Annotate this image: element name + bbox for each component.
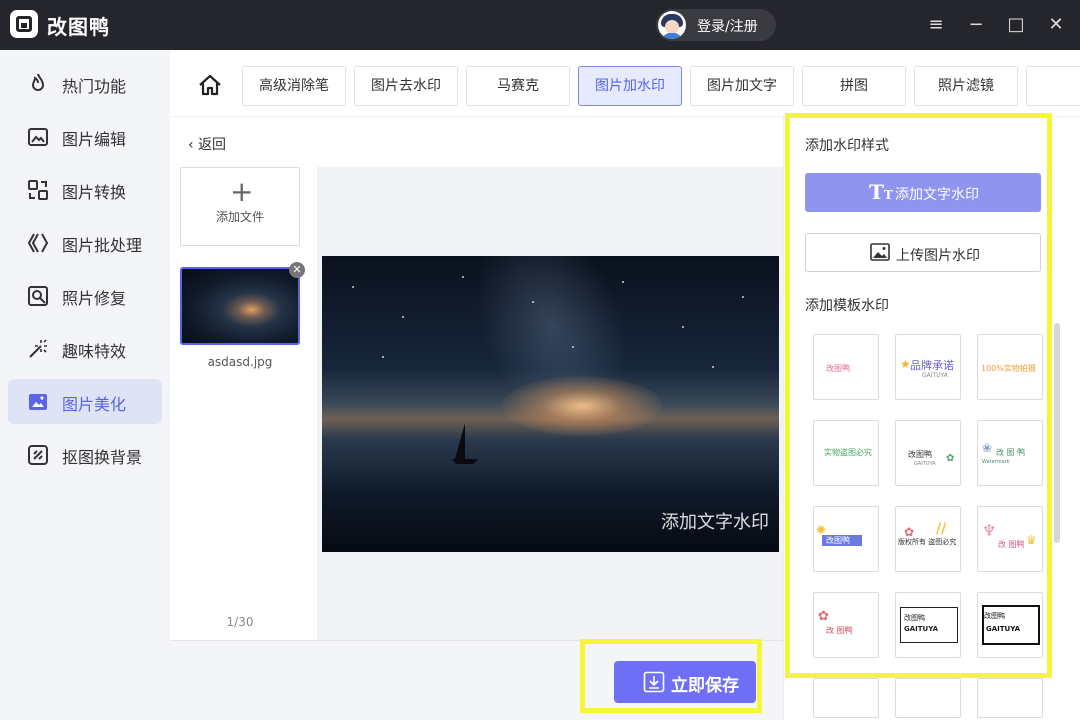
- tab-add-text[interactable]: 图片加文字: [690, 66, 794, 106]
- menu-icon[interactable]: ≡: [924, 13, 948, 37]
- sidebar-item-label: 图片批处理: [62, 236, 143, 255]
- batch-icon: [27, 233, 49, 253]
- image-thumbnail[interactable]: [180, 267, 300, 345]
- sidebar-item-label: 图片转换: [62, 183, 127, 202]
- sidebar-item-batch[interactable]: 图片批处理: [8, 220, 162, 265]
- tab-photo-filter[interactable]: 照片滤镜: [914, 66, 1018, 106]
- preview-image: 添加文字水印: [322, 256, 779, 552]
- fire-icon: [31, 73, 45, 91]
- sidebar-item-image-beautify[interactable]: 图片美化: [8, 379, 162, 424]
- page-total: /30: [234, 615, 254, 629]
- app-title: 改图鸭: [47, 15, 110, 39]
- highlight-panel: [785, 113, 1052, 678]
- page-current: 1: [226, 615, 235, 629]
- sidebar: 热门功能 图片编辑 图片转换 图片批处理 照片修复 趣味特效 图片美化 抠图换背…: [0, 50, 170, 720]
- maximize-icon[interactable]: □: [1004, 13, 1028, 37]
- sidebar-item-label: 图片编辑: [62, 130, 127, 149]
- sidebar-item-label: 趣味特效: [62, 342, 127, 361]
- sailboat-shape: [452, 423, 478, 464]
- panel-scrollbar[interactable]: [1054, 323, 1060, 543]
- title-bar: 改图鸭 登录/注册 ≡ − □ ✕: [0, 0, 1080, 50]
- minimize-icon[interactable]: −: [964, 13, 988, 37]
- chevron-left-icon: ‹: [188, 137, 199, 153]
- tab-mosaic[interactable]: 马赛克: [466, 66, 570, 106]
- tab-remove-watermark[interactable]: 图片去水印: [354, 66, 458, 106]
- app-logo-icon: [10, 10, 38, 38]
- add-file-label: 添加文件: [215, 210, 264, 224]
- repair-icon: [28, 286, 48, 306]
- close-icon[interactable]: ✕: [1044, 13, 1068, 37]
- watermark-template[interactable]: [977, 678, 1043, 718]
- sidebar-item-fun-effects[interactable]: 趣味特效: [8, 326, 162, 371]
- sidebar-item-photo-repair[interactable]: 照片修复: [8, 273, 162, 318]
- file-name: asdasd.jpg: [207, 355, 273, 369]
- watermark-template[interactable]: [895, 678, 961, 718]
- sidebar-item-label: 抠图换背景: [62, 448, 143, 467]
- image-edit-icon: [28, 128, 48, 146]
- sidebar-item-image-edit[interactable]: 图片编辑: [8, 114, 162, 159]
- plus-icon: +: [230, 175, 254, 208]
- convert-icon: [28, 180, 48, 200]
- login-button[interactable]: 登录/注册: [656, 9, 776, 41]
- magic-wand-icon: [29, 339, 47, 358]
- sidebar-item-cutout[interactable]: 抠图换背景: [8, 432, 162, 477]
- beautify-icon: [29, 394, 47, 410]
- cutout-icon: [28, 445, 48, 465]
- sidebar-item-label: 照片修复: [62, 289, 127, 308]
- editor-content: 高级消除笔 图片去水印 马赛克 图片加水印 图片加文字 拼图 照片滤镜 ‹ 返回…: [170, 50, 1080, 720]
- login-label: 登录/注册: [697, 19, 758, 35]
- page-counter: 1/30: [220, 615, 260, 629]
- sidebar-item-image-convert[interactable]: 图片转换: [8, 167, 162, 212]
- back-label: 返回: [198, 137, 227, 153]
- sidebar-item-label: 图片美化: [62, 395, 127, 414]
- watermark-preview-text[interactable]: 添加文字水印: [661, 508, 769, 534]
- watermark-template[interactable]: [813, 678, 879, 718]
- home-icon[interactable]: [198, 74, 222, 96]
- add-file-button[interactable]: + 添加文件: [180, 167, 300, 246]
- tool-tabbar: 高级消除笔 图片去水印 马赛克 图片加水印 图片加文字 拼图 照片滤镜: [170, 50, 1080, 117]
- back-button[interactable]: ‹ 返回: [188, 134, 226, 154]
- remove-image-icon[interactable]: ✕: [289, 262, 305, 278]
- tab-more[interactable]: [1026, 66, 1080, 106]
- tab-collage[interactable]: 拼图: [802, 66, 906, 106]
- sidebar-item-hot-features[interactable]: 热门功能: [8, 61, 162, 106]
- tab-advanced-eraser[interactable]: 高级消除笔: [242, 66, 346, 106]
- sidebar-item-label: 热门功能: [62, 77, 127, 96]
- highlight-save: [580, 639, 762, 713]
- avatar: [658, 11, 686, 39]
- tab-add-watermark[interactable]: 图片加水印: [578, 66, 682, 106]
